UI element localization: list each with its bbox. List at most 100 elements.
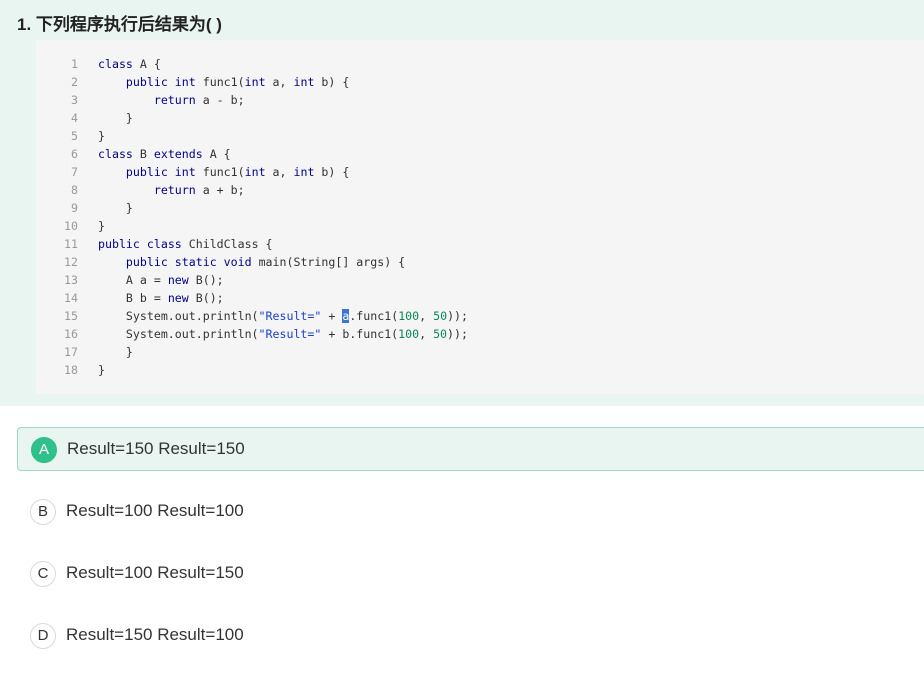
code-keyword: new <box>167 291 189 305</box>
code-lines: 1 class A { 2 public int func1(int a, int … <box>36 55 924 379</box>
code-token: } <box>98 363 105 377</box>
code-line: 17 } <box>36 343 924 361</box>
option-text: Result=100 Result=150 <box>66 563 244 582</box>
code-token: .func1( <box>349 309 399 323</box>
code-number: 100 <box>398 309 420 323</box>
code-keyword: return <box>153 183 196 197</box>
option-letter-badge: C <box>30 561 56 587</box>
code-line: 4 } <box>36 109 924 127</box>
code-line: 11 public class ChildClass { <box>36 235 924 253</box>
code-line: 15 System.out.println("Result=" + a.func… <box>36 307 924 325</box>
option-b[interactable]: B Result=100 Result=100 <box>17 489 924 533</box>
code-keyword: int <box>244 75 266 89</box>
line-number: 16 <box>64 327 78 341</box>
code-token: ChildClass { <box>181 237 273 251</box>
code-keyword: int <box>244 165 266 179</box>
code-line: 9 } <box>36 199 924 217</box>
code-token: } <box>98 129 105 143</box>
code-string: "Result=" <box>258 309 322 323</box>
code-keyword: static <box>174 255 217 269</box>
code-token: System.out.println( <box>98 309 259 323</box>
code-keyword: public <box>125 255 168 269</box>
code-keyword: public <box>125 165 168 179</box>
code-token: + b.func1( <box>321 327 399 341</box>
code-token: a - b; <box>195 93 245 107</box>
code-keyword: class <box>98 147 133 161</box>
code-token: System.out.println( <box>98 327 259 341</box>
code-text: } <box>98 217 105 235</box>
code-token: b) { <box>314 165 350 179</box>
code-token: , <box>419 327 434 341</box>
code-line: 14 B b = new B(); <box>36 289 924 307</box>
code-token: b) { <box>314 75 350 89</box>
option-letter-badge: B <box>30 499 56 525</box>
line-number: 17 <box>64 345 78 359</box>
code-text: public static void main(String[] args) { <box>98 253 405 271</box>
option-d[interactable]: D Result=150 Result=100 <box>17 613 924 657</box>
code-token: B(); <box>188 291 224 305</box>
code-keyword: extends <box>153 147 203 161</box>
question-panel: 1. 下列程序执行后结果为( ) 1 class A {2 public int … <box>0 0 924 406</box>
code-keyword: return <box>153 93 196 107</box>
option-c[interactable]: C Result=100 Result=150 <box>17 551 924 595</box>
code-number: 50 <box>433 327 448 341</box>
code-token: )); <box>447 309 469 323</box>
option-a[interactable]: A Result=150 Result=150 <box>17 427 924 471</box>
code-text: A a = new B(); <box>98 271 224 289</box>
line-number: 11 <box>64 237 78 251</box>
code-text: return a + b; <box>98 181 245 199</box>
line-number: 9 <box>71 201 78 215</box>
code-text: B b = new B(); <box>98 289 224 307</box>
line-number: 1 <box>71 57 78 71</box>
code-line: 5} <box>36 127 924 145</box>
line-number: 6 <box>71 147 78 161</box>
code-line: 7 public int func1(int a, int b) { <box>36 163 924 181</box>
code-token: } <box>98 345 133 359</box>
code-keyword: public <box>125 75 168 89</box>
line-number: 7 <box>71 165 78 179</box>
code-token: main(String[] args) { <box>251 255 406 269</box>
code-block: 1 class A { 2 public int func1(int a, int … <box>36 40 924 394</box>
code-token: A { <box>202 147 231 161</box>
option-letter-badge: D <box>30 623 56 649</box>
line-number: 5 <box>71 129 78 143</box>
line-number: 15 <box>64 309 78 323</box>
code-string: "Result=" <box>258 327 322 341</box>
code-text: } <box>98 127 105 145</box>
code-token: )); <box>447 327 468 341</box>
code-token: a, <box>265 75 294 89</box>
line-number: 3 <box>71 93 78 107</box>
code-token: func1( <box>195 75 245 89</box>
option-text: Result=150 Result=150 <box>67 439 245 458</box>
code-line: 8 return a + b; <box>36 181 924 199</box>
code-text: } <box>98 343 133 361</box>
line-number: 4 <box>71 111 78 125</box>
code-token: a, <box>265 165 294 179</box>
code-keyword: new <box>167 273 189 287</box>
code-token: B(); <box>188 273 224 287</box>
code-keyword: int <box>293 165 315 179</box>
code-token: } <box>98 201 133 215</box>
code-token: A { <box>132 57 161 71</box>
code-text: public int func1(int a, int b) { <box>98 163 349 181</box>
line-number: 2 <box>71 75 78 89</box>
code-token: + <box>321 309 343 323</box>
code-text: class A { <box>98 55 161 73</box>
line-number: 14 <box>64 291 78 305</box>
code-text: public int func1(int a, int b) { <box>98 73 349 91</box>
code-number: 50 <box>433 309 448 323</box>
code-keyword: class <box>98 57 133 71</box>
code-line: 3 return a - b; <box>36 91 924 109</box>
code-text: class B extends A { <box>98 145 231 163</box>
code-token: , <box>419 309 434 323</box>
code-token: func1( <box>195 165 245 179</box>
line-number: 18 <box>64 363 78 377</box>
